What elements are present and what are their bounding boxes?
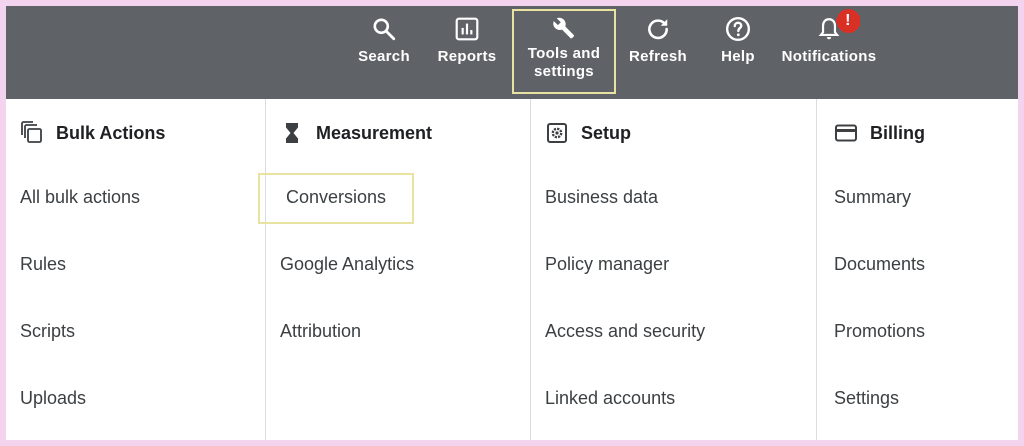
menu-item-settings[interactable]: Settings <box>834 388 899 409</box>
measurement-heading: Measurement <box>280 121 432 145</box>
billing-column: Billing Summary Documents Promotions Set… <box>817 99 1018 440</box>
refresh-label: Refresh <box>629 48 687 65</box>
help-label: Help <box>721 48 755 65</box>
bulk-actions-title: Bulk Actions <box>56 122 166 143</box>
notifications-label: Notifications <box>781 48 877 65</box>
search-icon <box>373 18 396 41</box>
bulk-actions-column: Bulk Actions All bulk actions Rules Scri… <box>6 99 266 440</box>
bulk-actions-heading: Bulk Actions <box>20 121 165 145</box>
refresh-icon <box>648 19 668 40</box>
bulk-actions-icon <box>21 121 42 143</box>
page-frame: Search Reports Tools and settings Refres… <box>6 6 1018 440</box>
hourglass-icon <box>286 123 298 143</box>
help-button[interactable]: Help <box>720 6 756 99</box>
menu-item-policy-manager[interactable]: Policy manager <box>545 254 669 275</box>
tools-and-settings-button[interactable]: Tools and settings <box>512 9 616 94</box>
reports-label: Reports <box>437 48 497 65</box>
menu-item-summary[interactable]: Summary <box>834 187 911 208</box>
help-icon <box>725 16 751 42</box>
menu-item-uploads[interactable]: Uploads <box>20 388 86 409</box>
bar-chart-icon <box>455 17 479 41</box>
menu-item-access-and-security[interactable]: Access and security <box>545 321 705 342</box>
menu-item-business-data[interactable]: Business data <box>545 187 658 208</box>
menu-item-promotions[interactable]: Promotions <box>834 321 925 342</box>
notification-badge: ! <box>836 9 860 33</box>
tools-label-line1: Tools and <box>527 45 601 62</box>
credit-card-icon <box>835 124 857 142</box>
billing-heading: Billing <box>834 121 925 145</box>
search-button[interactable]: Search <box>358 6 410 99</box>
measurement-title: Measurement <box>316 122 433 143</box>
menu-item-rules[interactable]: Rules <box>20 254 66 275</box>
measurement-column: Measurement Conversions Google Analytics… <box>258 99 531 440</box>
setup-heading: Setup <box>545 121 631 145</box>
setup-column: Setup Business data Policy manager Acces… <box>531 99 817 440</box>
refresh-button[interactable]: Refresh <box>628 6 688 99</box>
menu-item-all-bulk-actions[interactable]: All bulk actions <box>20 187 140 208</box>
billing-title: Billing <box>870 122 925 143</box>
menu-item-conversions[interactable]: Conversions <box>258 173 415 224</box>
menu-item-scripts[interactable]: Scripts <box>20 321 75 342</box>
setup-title: Setup <box>581 122 632 143</box>
settings-gear-icon <box>547 123 567 143</box>
tools-menu: Bulk Actions All bulk actions Rules Scri… <box>6 99 1018 440</box>
search-label: Search <box>358 48 410 65</box>
menu-item-documents[interactable]: Documents <box>834 254 925 275</box>
menu-item-attribution[interactable]: Attribution <box>280 321 361 342</box>
menu-item-linked-accounts[interactable]: Linked accounts <box>545 388 675 409</box>
reports-button[interactable]: Reports <box>438 6 496 99</box>
wrench-icon <box>553 17 575 39</box>
notifications-button[interactable]: ! Notifications <box>780 6 878 99</box>
tools-label-line2: settings <box>534 63 594 80</box>
menu-item-google-analytics[interactable]: Google Analytics <box>280 254 414 275</box>
tools-label: Tools and settings <box>528 45 600 81</box>
top-toolbar: Search Reports Tools and settings Refres… <box>6 6 1018 99</box>
